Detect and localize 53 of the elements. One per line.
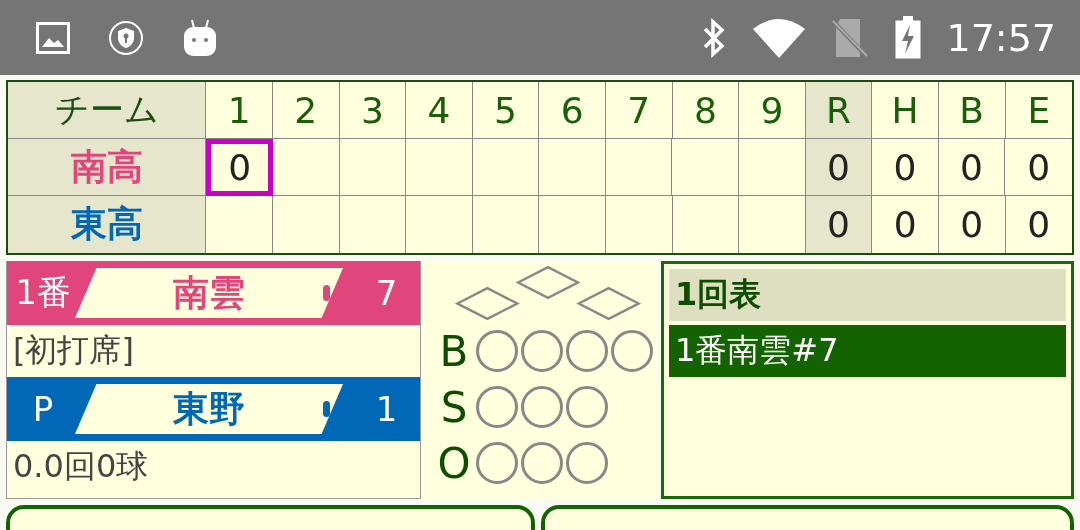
score-cell: 0 (206, 139, 273, 196)
inning-header: 5 (472, 82, 540, 139)
empty-score-cell (406, 139, 473, 196)
total-header: E (1005, 82, 1073, 139)
count-label: S (439, 382, 469, 432)
empty-score-cell (472, 139, 540, 196)
player-role: 1番 (14, 271, 72, 314)
inning-header: 3 (339, 82, 407, 139)
battery-charging-icon (894, 15, 923, 60)
total-cell: 0 (872, 196, 939, 253)
player-name: 南雲 (75, 268, 343, 318)
player-detail: [初打席] (12, 330, 135, 371)
total-cell: 0 (805, 196, 873, 253)
total-cell: 0 (872, 139, 939, 196)
empty-score-cell (605, 139, 673, 196)
total-cell: 0 (938, 139, 1006, 196)
player-number: 1 (374, 389, 399, 429)
empty-score-cell (272, 139, 340, 196)
pill-icon (323, 285, 330, 301)
team-header: チーム (8, 82, 207, 139)
player-number: 7 (374, 273, 399, 313)
player-detail: 0.0回0球 (12, 446, 150, 487)
robot-icon (182, 17, 218, 58)
count-label: O (436, 438, 472, 488)
pill-icon (323, 401, 330, 417)
empty-score-cell (539, 139, 606, 196)
total-cell: 0 (938, 196, 1006, 253)
play-log-item[interactable]: 1番南雲#7 (669, 325, 1066, 377)
empty-score-cell (672, 139, 739, 196)
team-name: 東高 (8, 196, 207, 253)
total-header: B (938, 82, 1006, 139)
inning-header: 2 (272, 82, 340, 139)
clock-time: 17:57 (946, 15, 1056, 60)
inning-header: 9 (739, 82, 806, 139)
shield-icon (108, 19, 144, 56)
inning-header: 8 (672, 82, 740, 139)
image-icon (36, 21, 70, 54)
empty-score-cell (339, 139, 407, 196)
total-cell: 0 (1005, 139, 1072, 196)
inning-header: 4 (406, 82, 473, 139)
inning-title: 1回表 (669, 269, 1066, 321)
inning-header: 7 (605, 82, 673, 139)
inning-header: 6 (539, 82, 606, 139)
player-name: 東野 (75, 384, 343, 434)
total-cell: 0 (805, 139, 873, 196)
inning-header: 1 (206, 82, 273, 139)
count-label: B (438, 326, 470, 376)
total-header: H (872, 82, 939, 139)
total-cell-text: 0 (1026, 203, 1052, 247)
wifi-icon (752, 16, 807, 59)
player-role: P (31, 389, 55, 429)
team-name: 南高 (8, 139, 207, 196)
total-header: R (805, 82, 873, 139)
